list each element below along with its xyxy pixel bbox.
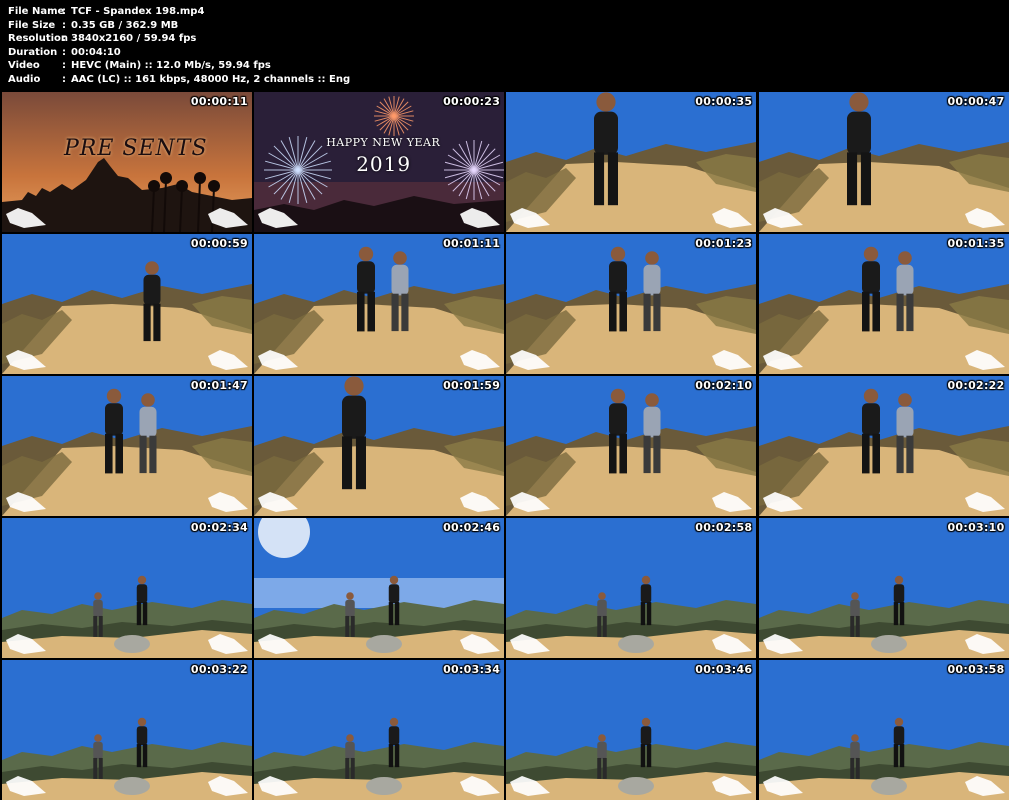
file-info-value: 3840x2160 / 59.94 fps [71, 33, 197, 44]
thumbnail-scene [758, 518, 1009, 658]
file-info-label: Duration [8, 46, 58, 58]
video-thumbnail: 00:03:34 [254, 660, 505, 800]
thumbnail-timestamp: 00:00:23 [443, 95, 501, 108]
thumbnail-timestamp: 00:01:35 [947, 237, 1005, 250]
thumbnail-scene [2, 234, 252, 374]
thumbnail-scene [758, 234, 1009, 374]
thumbnail-scene [2, 660, 252, 800]
video-thumbnail: 00:01:59 [254, 376, 505, 516]
file-info-label: Resolution [8, 33, 69, 44]
thumbnail-timestamp: 00:03:46 [695, 663, 753, 676]
file-info-value: HEVC (Main) :: 12.0 Mb/s, 59.94 fps [71, 60, 271, 71]
thumbnail-timestamp: 00:01:59 [443, 379, 501, 392]
video-thumbnail: HAPPY NEW YEAR 2019 00:00:23 [254, 92, 505, 232]
thumbnail-timestamp: 00:01:23 [695, 237, 753, 250]
video-thumbnail: 00:02:46 [254, 518, 505, 658]
thumbnail-scene [2, 92, 252, 232]
file-info-value: AAC (LC) :: 161 kbps, 48000 Hz, 2 channe… [71, 73, 351, 85]
thumbnail-scene [506, 518, 757, 658]
thumbnail-timestamp: 00:02:10 [695, 379, 753, 392]
file-info-label: Video [8, 60, 40, 71]
intro-title: PRE SENTS [64, 136, 208, 161]
year-text: 2019 [356, 152, 412, 176]
thumbnail-scene [758, 376, 1009, 516]
file-info-label: File Name [8, 6, 65, 17]
thumbnail-scene [506, 92, 757, 232]
file-info-separator: : [62, 6, 66, 17]
video-thumbnail: 00:00:35 [506, 92, 757, 232]
file-info-separator: : [62, 60, 66, 71]
video-thumbnail: 00:03:22 [2, 660, 252, 800]
thumbnail-timestamp: 00:02:34 [190, 521, 248, 534]
video-thumbnail: 00:02:58 [506, 518, 757, 658]
thumbnail-scene [506, 660, 757, 800]
video-thumbnail: 00:03:46 [506, 660, 757, 800]
greeting-text: HAPPY NEW YEAR [326, 136, 441, 149]
file-info-value: 00:04:10 [71, 46, 121, 58]
file-info-label: File Size [8, 19, 56, 31]
video-thumbnail: 00:01:23 [506, 234, 757, 374]
thumbnail-timestamp: 00:03:58 [947, 663, 1005, 676]
thumbnail-scene [506, 234, 757, 374]
thumbnail-scene [758, 660, 1009, 800]
thumbnail-scene [254, 234, 505, 374]
thumbnail-scene [254, 376, 505, 516]
thumbnail-timestamp: 00:00:47 [947, 95, 1005, 108]
file-info-value: 0.35 GB / 362.9 MB [71, 19, 179, 31]
video-thumbnail: 00:02:34 [2, 518, 252, 658]
thumbnail-timestamp: 00:00:59 [190, 237, 248, 250]
thumbnail-scene [758, 92, 1009, 232]
thumbnail-timestamp: 00:00:11 [190, 95, 248, 108]
thumbnail-timestamp: 00:02:22 [947, 379, 1005, 392]
file-info-value: TCF - Spandex 198.mp4 [71, 6, 205, 17]
file-info-separator: : [62, 46, 66, 58]
video-thumbnail: 00:03:58 [758, 660, 1009, 800]
file-info-separator: : [62, 73, 66, 85]
thumbnail-timestamp: 00:00:35 [695, 95, 753, 108]
thumbnail-timestamp: 00:03:22 [190, 663, 248, 676]
video-thumbnail: 00:02:10 [506, 376, 757, 516]
thumbnail-timestamp: 00:01:11 [443, 237, 501, 250]
thumbnail-timestamp: 00:02:46 [443, 521, 501, 534]
thumbnail-grid: PRE SENTS 00:00:11 HAPPY NEW YEAR 2019 00:00… [0, 92, 1009, 800]
thumbnail-scene [254, 518, 505, 658]
video-thumbnail: 00:01:11 [254, 234, 505, 374]
file-info-label: Audio [8, 73, 41, 85]
thumbnail-timestamp: 00:01:47 [190, 379, 248, 392]
video-thumbnail: 00:01:35 [758, 234, 1009, 374]
video-thumbnail: 00:01:47 [2, 376, 252, 516]
thumbnail-scene [506, 376, 757, 516]
video-thumbnail: 00:03:10 [758, 518, 1009, 658]
thumbnail-scene [254, 660, 505, 800]
file-info-separator: : [62, 33, 66, 44]
file-info-header: File Name : TCF - Spandex 198.mp4 File S… [0, 0, 1009, 92]
thumbnail-timestamp: 00:03:34 [443, 663, 501, 676]
thumbnail-scene [2, 518, 252, 658]
thumbnail-scene [2, 376, 252, 516]
thumbnail-timestamp: 00:02:58 [695, 521, 753, 534]
video-thumbnail: 00:02:22 [758, 376, 1009, 516]
file-info-separator: : [62, 19, 66, 31]
video-thumbnail: PRE SENTS 00:00:11 [2, 92, 252, 232]
video-thumbnail: 00:00:59 [2, 234, 252, 374]
thumbnail-timestamp: 00:03:10 [947, 521, 1005, 534]
video-thumbnail: 00:00:47 [758, 92, 1009, 232]
